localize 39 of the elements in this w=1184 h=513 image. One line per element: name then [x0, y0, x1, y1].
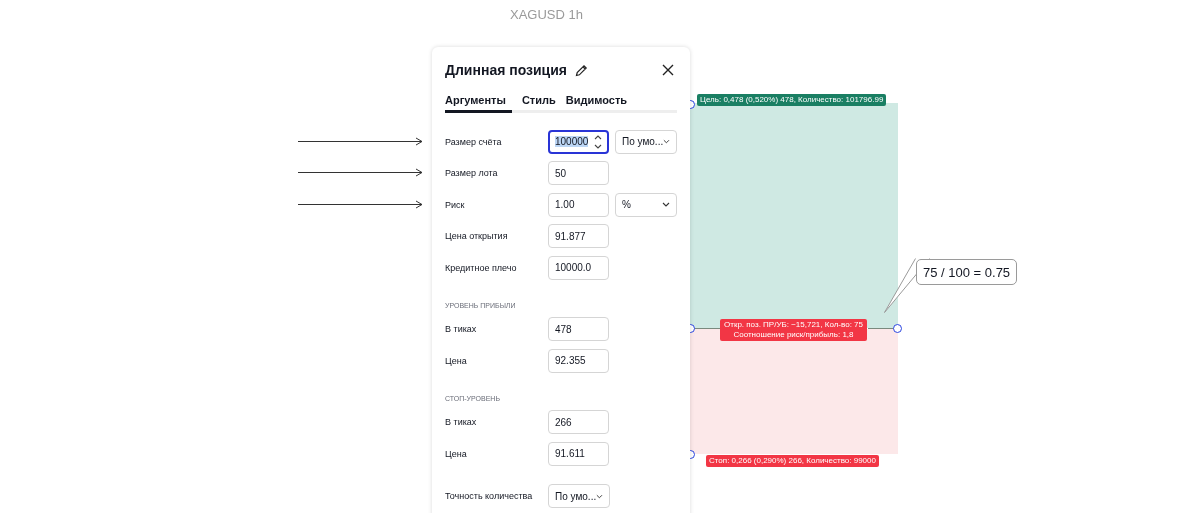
position-label-line: Откр. поз. ПР/УБ: −15,721, Кол-во: 75 — [724, 320, 863, 330]
field-label: Цена — [445, 355, 468, 366]
dropdown[interactable]: По умо... — [615, 129, 677, 154]
dialog-title: Длинная позиция — [445, 62, 567, 78]
field-label: Цена открытия — [445, 231, 509, 242]
field-label: В тиках — [445, 417, 478, 428]
input-field[interactable]: 91.877 — [548, 224, 609, 249]
input-field[interactable]: 91.611 — [548, 441, 609, 466]
field-label: Риск — [445, 199, 466, 210]
input-field[interactable]: 478 — [548, 317, 609, 342]
input-field[interactable]: 92.355 — [548, 348, 609, 373]
field-label: В тиках — [445, 324, 478, 335]
input-field[interactable]: 266 — [548, 410, 609, 435]
field-label: Цена — [445, 448, 468, 459]
chevron-icon — [662, 202, 670, 208]
position-label-line: Соотношение риск/прибыль: 1,8 — [733, 330, 854, 340]
tab[interactable]: Стиль — [521, 91, 562, 113]
stop-label: Стоп: 0,266 (0,290%) 266, Количество: 99000 — [706, 455, 879, 467]
input-field[interactable]: 1.00 — [548, 192, 609, 217]
spinner-icon[interactable] — [594, 133, 602, 150]
dropdown[interactable]: % — [615, 192, 677, 217]
close-icon[interactable] — [662, 64, 674, 76]
tab[interactable]: Видимость — [565, 91, 634, 113]
chart-title: XAGUSD 1h — [510, 7, 583, 22]
input-field[interactable]: 100000 — [548, 129, 609, 154]
chevron-icon — [596, 493, 603, 499]
pencil-icon[interactable] — [575, 63, 588, 77]
callout: 75 / 100 = 0.75 — [916, 259, 1018, 285]
chevron-icon — [663, 139, 670, 145]
field-label: Кредитное плечо — [445, 262, 518, 273]
field-label: Размер счёта — [445, 136, 503, 147]
input-field[interactable]: 10000.0 — [548, 255, 609, 280]
dropdown[interactable]: По умо... — [548, 484, 610, 509]
field-label: Точность количества — [445, 491, 534, 502]
handle[interactable] — [893, 324, 902, 333]
field-label: Размер лота — [445, 168, 499, 179]
target-label: Цель: 0,478 (0,520%) 478, Количество: 101796.99 — [697, 94, 887, 106]
input-field[interactable]: 50 — [548, 161, 609, 186]
tab[interactable]: Аргументы — [445, 91, 512, 113]
